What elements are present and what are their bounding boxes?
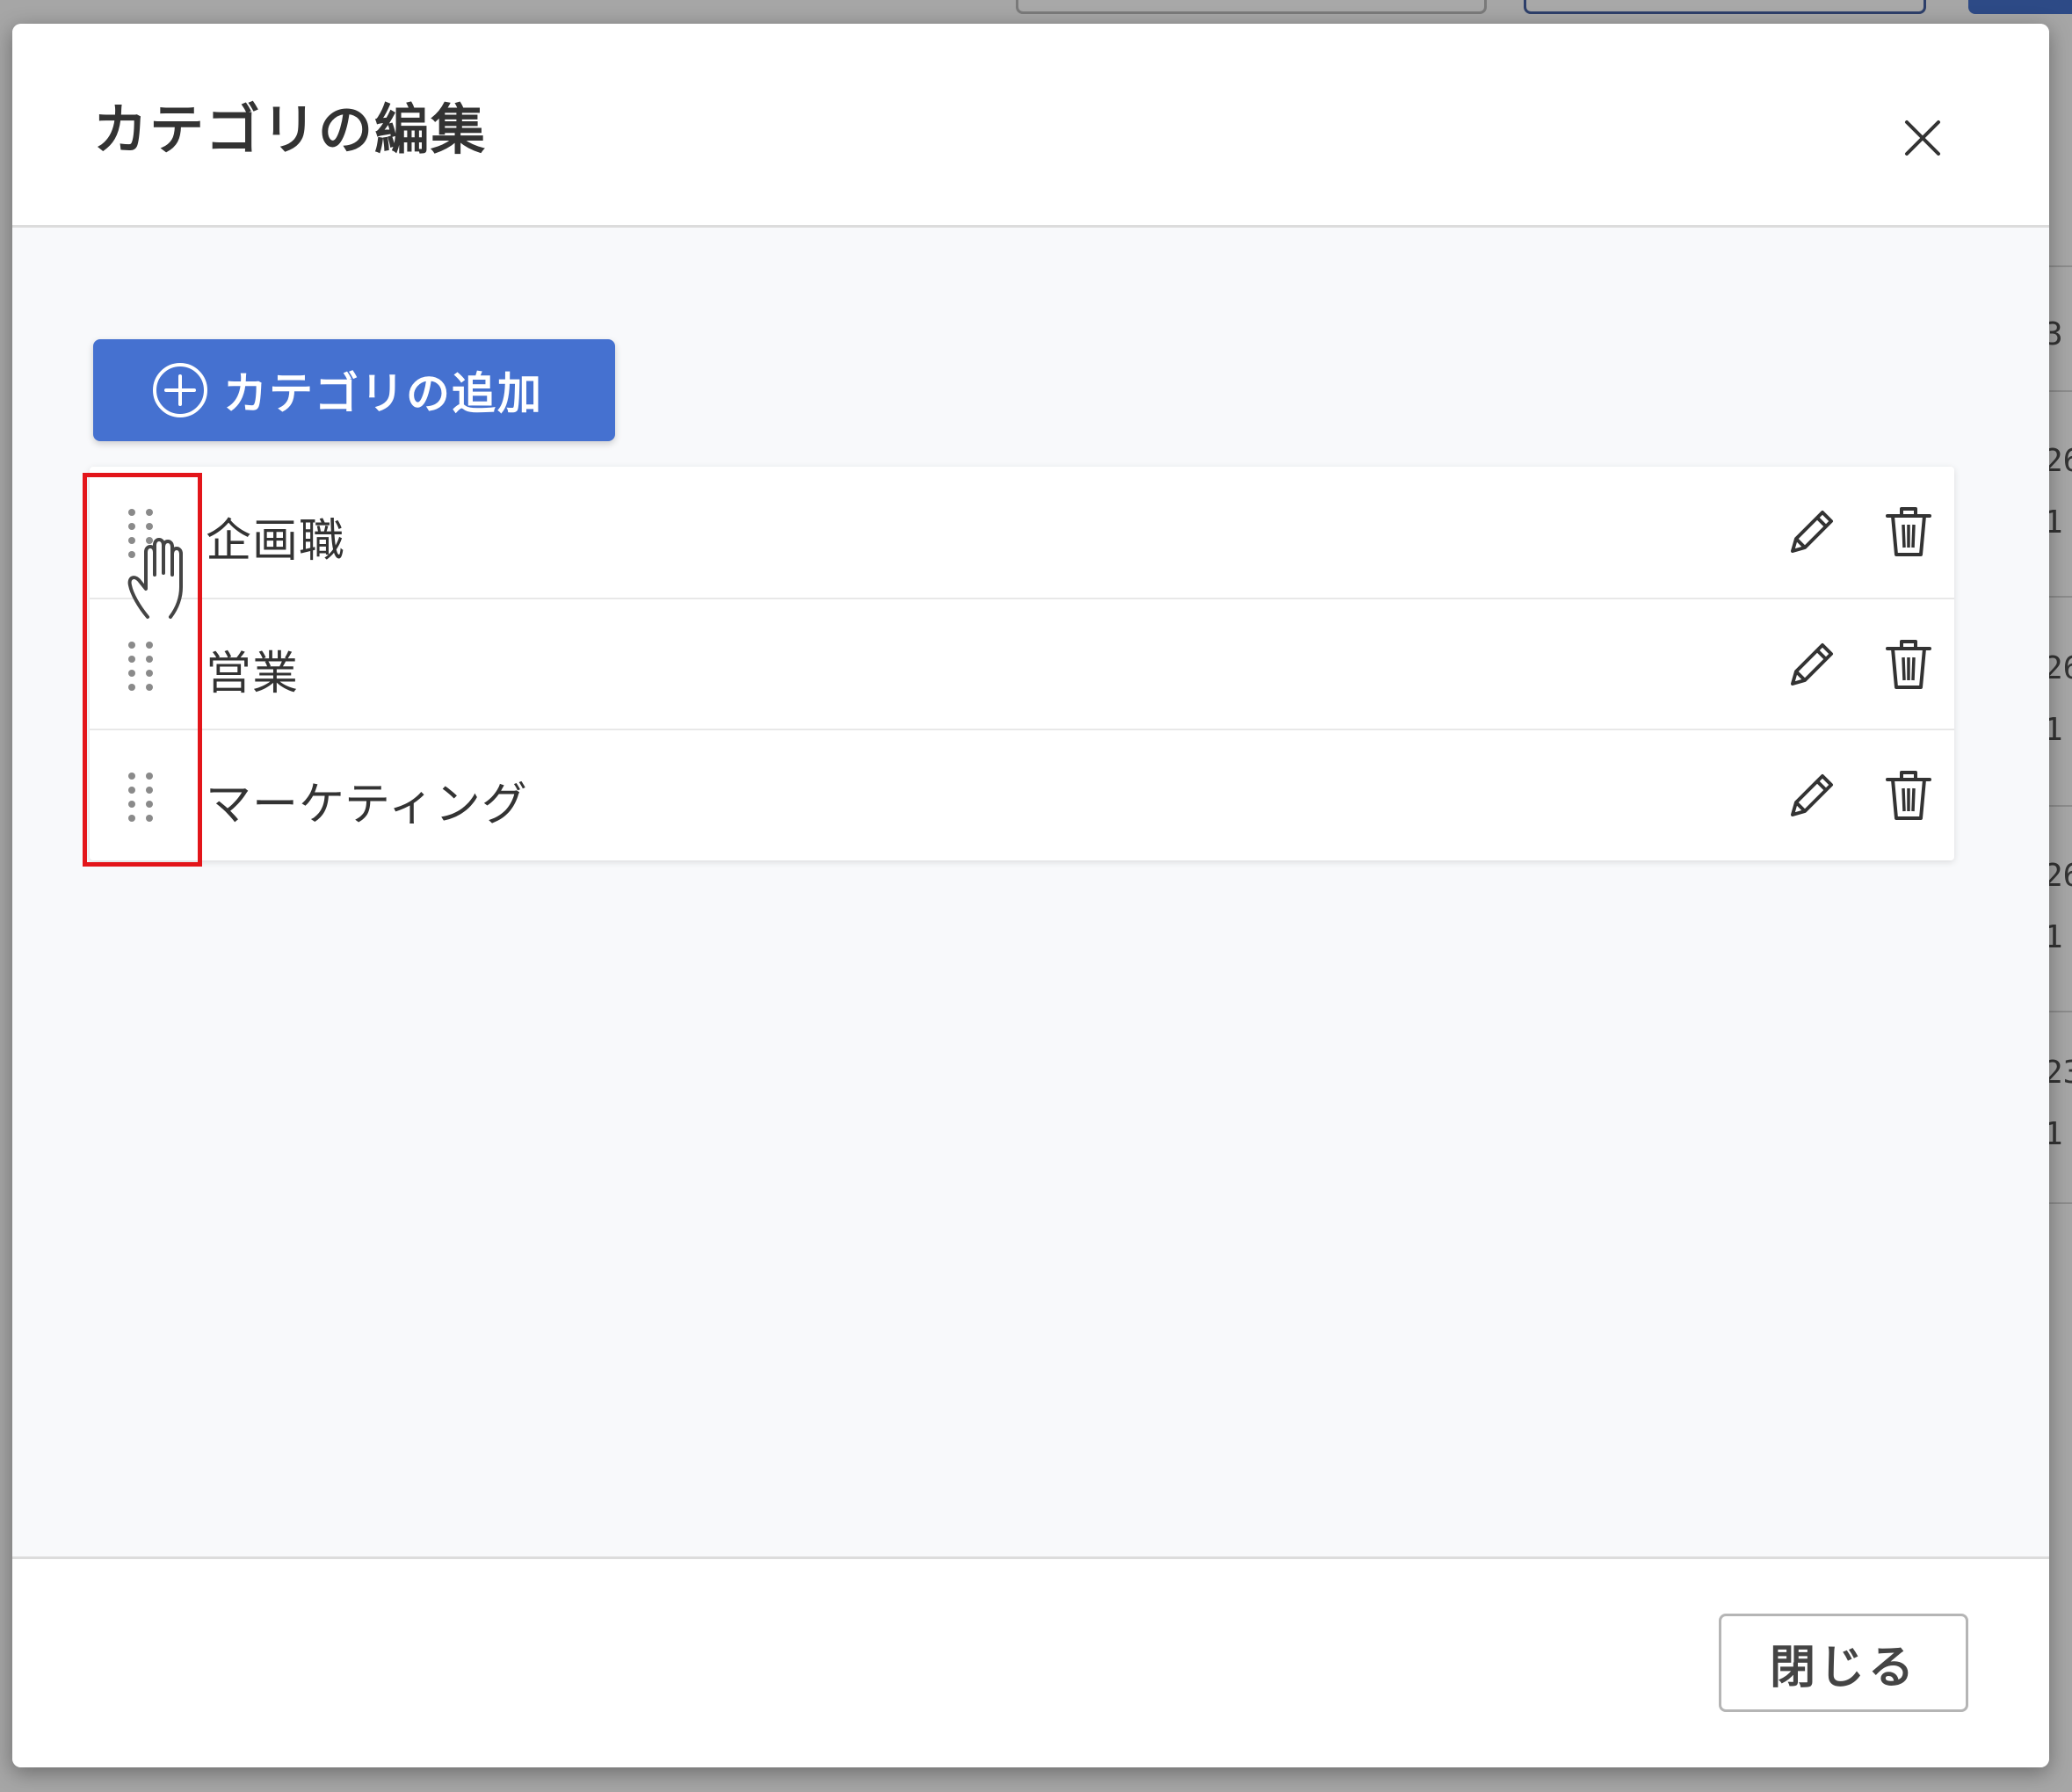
category-name: 企画職 xyxy=(206,515,346,568)
category-row: 企画職 xyxy=(90,467,1954,598)
add-category-button[interactable]: カテゴリの追加 xyxy=(93,339,615,441)
dialog-title: カテゴリの編集 xyxy=(93,98,488,162)
edit-category-dialog: カテゴリの編集 カテゴリの追加 企画職 営業 マーケティング 閉じる xyxy=(12,24,2049,1767)
background-button xyxy=(1016,0,1487,14)
close-button[interactable]: 閉じる xyxy=(1719,1614,1968,1712)
pencil-icon[interactable] xyxy=(1784,636,1840,693)
category-row: 営業 xyxy=(90,598,1954,729)
add-category-label: カテゴリの追加 xyxy=(223,368,543,419)
category-name: マーケティング xyxy=(206,779,528,831)
drag-handle-icon[interactable] xyxy=(123,638,158,691)
category-row: マーケティング xyxy=(90,729,1954,860)
trash-icon[interactable] xyxy=(1882,504,1935,560)
pencil-icon[interactable] xyxy=(1784,504,1840,560)
close-icon[interactable] xyxy=(1889,105,1956,171)
dialog-header: カテゴリの編集 xyxy=(12,24,2049,228)
drag-handle-icon[interactable] xyxy=(123,505,158,558)
trash-icon[interactable] xyxy=(1882,636,1935,693)
category-name: 営業 xyxy=(206,648,300,700)
background-button xyxy=(1968,0,2072,14)
pencil-icon[interactable] xyxy=(1784,767,1840,823)
category-list: 企画職 営業 マーケティング xyxy=(90,467,1954,860)
background-button xyxy=(1524,0,1926,14)
trash-icon[interactable] xyxy=(1882,767,1935,823)
drag-handle-icon[interactable] xyxy=(123,769,158,822)
dialog-footer: 閉じる xyxy=(12,1556,2049,1767)
plus-circle-icon xyxy=(151,361,209,419)
